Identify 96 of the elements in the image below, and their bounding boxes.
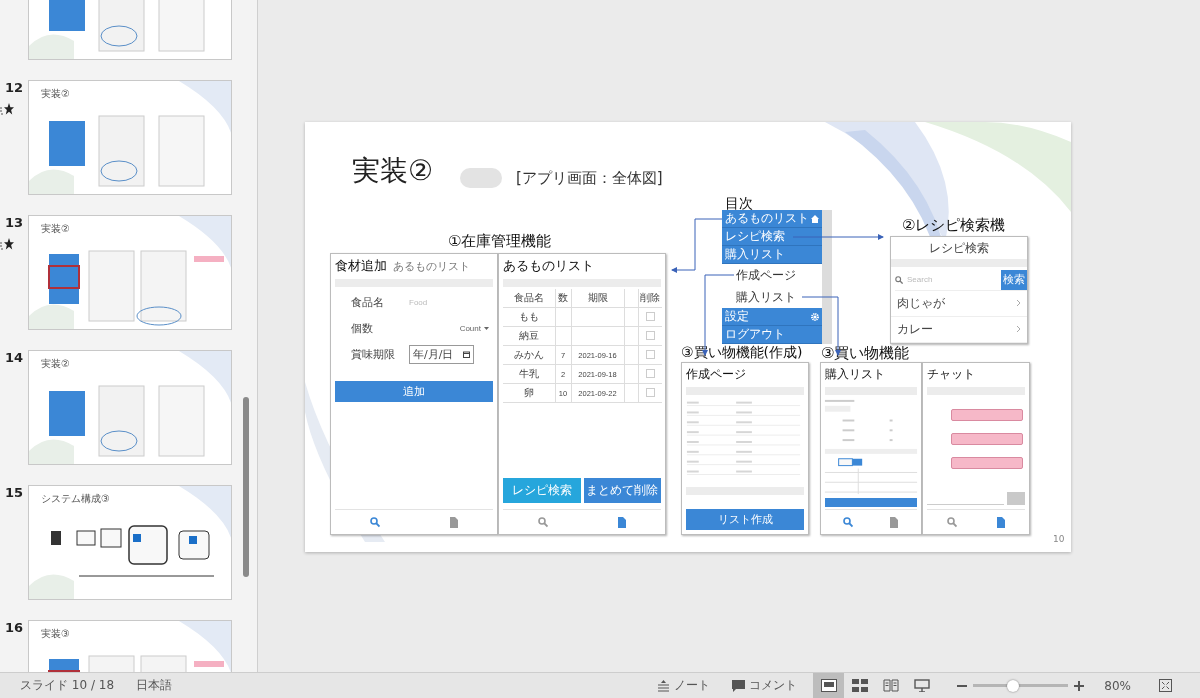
blank-tag — [460, 168, 502, 188]
document-icon[interactable] — [889, 516, 899, 528]
search-icon[interactable] — [537, 516, 548, 528]
screen-title: 作成ページ — [686, 366, 746, 383]
add-button[interactable]: 追加 — [335, 381, 493, 402]
comment-icon — [732, 679, 746, 692]
screen-subtitle: あるものリスト — [393, 259, 470, 274]
menu-item[interactable]: 作成ページ — [722, 264, 822, 286]
section-label: ②レシピ検索機 — [902, 216, 1006, 235]
book-icon — [882, 679, 899, 692]
caret-icon — [484, 326, 489, 330]
create-list-button[interactable]: リスト作成 — [686, 509, 804, 530]
checkbox[interactable] — [645, 387, 655, 397]
select-field[interactable]: Count — [459, 323, 489, 333]
menu-item[interactable]: ログアウト — [722, 326, 822, 344]
screen-title: 購入リスト — [825, 366, 885, 383]
document-icon[interactable] — [448, 516, 459, 528]
result-item[interactable]: 肉じゃが — [891, 290, 1027, 317]
comments-button[interactable]: コメント — [726, 677, 804, 694]
screen-title: 食材追加 — [335, 257, 387, 275]
zoom-in-icon[interactable] — [1074, 680, 1085, 691]
page-number: 10 — [1053, 534, 1065, 544]
document-icon[interactable] — [995, 516, 1006, 528]
section-label: ①在庫管理機能 — [448, 232, 552, 251]
chevron-icon — [1016, 325, 1021, 334]
menu-item[interactable]: 購入リスト — [722, 286, 822, 308]
action-button[interactable]: まとめて削除 — [583, 478, 661, 503]
normal-view-icon — [820, 679, 837, 692]
slide-number: 14 — [5, 350, 24, 365]
grid-view-icon — [851, 679, 868, 692]
column-header: 期限 — [571, 289, 624, 308]
slide-thumbnail[interactable]: 実装② — [28, 350, 232, 465]
checkbox[interactable] — [645, 330, 655, 340]
table-cell: 納豆 — [503, 326, 555, 346]
thumbnail-title: 実装② — [41, 87, 70, 101]
search-icon[interactable] — [946, 516, 957, 528]
slide-thumbnail[interactable]: 実装② — [28, 80, 232, 195]
home-icon — [811, 214, 819, 223]
menu-item[interactable]: 購入リスト — [722, 246, 822, 264]
slide-number: 13 — [5, 215, 24, 230]
decoration-drawing — [179, 621, 231, 672]
message-bubble — [951, 409, 1023, 421]
field-label: 賞味期限 — [351, 346, 396, 362]
date-field[interactable]: 年/月/日 — [409, 344, 475, 364]
section-label: 目次 — [725, 195, 753, 213]
presentation-icon — [913, 679, 930, 692]
fit-window-icon[interactable] — [1159, 679, 1172, 692]
search-button[interactable]: 検索 — [1001, 269, 1027, 290]
menu-item[interactable]: レシピ検索 — [722, 228, 822, 246]
column-header: 食品名 — [503, 289, 555, 308]
document-icon[interactable] — [616, 516, 627, 528]
thumbnail-title: 実装③ — [41, 627, 70, 641]
screen-title: レシピ検索 — [929, 240, 989, 257]
slide-number: 16 — [5, 620, 24, 635]
search-icon — [895, 275, 903, 284]
menu-item[interactable]: あるものリスト — [722, 210, 822, 228]
slide-number: 12 — [5, 80, 24, 95]
column-header: 削除 — [638, 289, 662, 308]
field-label: 食品名 — [351, 294, 385, 310]
column-header: 数 — [555, 289, 571, 308]
search-icon[interactable] — [843, 516, 853, 528]
thumbnail-title: 実装② — [41, 222, 70, 236]
slide-thumbnail[interactable]: システム構成③ — [28, 485, 232, 600]
checkbox[interactable] — [645, 368, 655, 378]
settings-icon — [811, 312, 819, 321]
slide-title: 実装② — [352, 153, 434, 189]
notes-icon — [657, 679, 671, 692]
result-item[interactable]: カレー — [891, 316, 1027, 343]
field-label: 個数 — [351, 320, 374, 336]
screen-title: チャット — [927, 366, 975, 383]
view-button[interactable] — [813, 673, 845, 698]
checkbox[interactable] — [645, 349, 655, 359]
slide-counter: スライド 10 / 18 — [20, 677, 115, 694]
calendar-icon — [463, 350, 471, 358]
scrollbar-thumb[interactable] — [243, 397, 249, 577]
message-bubble — [951, 433, 1023, 445]
message-bubble — [951, 457, 1023, 469]
screen-title: あるものリスト — [503, 257, 594, 275]
language-label: 日本語 — [136, 677, 173, 694]
chevron-icon — [1016, 299, 1021, 308]
slider-thumb[interactable] — [1007, 679, 1020, 692]
table-cell: 牛乳 — [503, 364, 555, 384]
menu-item[interactable]: 設定 — [722, 308, 822, 326]
thumbnail-title: 実装② — [41, 357, 70, 371]
table-cell: みかん — [503, 345, 555, 365]
slide-subtitle: [アプリ画面：全体図] — [516, 169, 663, 188]
thumbnail-title: システム構成③ — [41, 492, 110, 506]
slide-thumbnail[interactable]: 実装③ — [28, 620, 232, 672]
search-icon[interactable] — [369, 516, 380, 528]
table-cell: もも — [503, 307, 555, 327]
table-cell: 卵 — [503, 383, 555, 403]
slide-thumbnail[interactable]: 実装② — [28, 215, 232, 330]
slide-number: 15 — [5, 485, 24, 500]
zoom-level[interactable]: 80% — [1104, 678, 1131, 693]
notes-button[interactable]: ノート — [651, 677, 717, 694]
checkbox[interactable] — [645, 311, 655, 321]
